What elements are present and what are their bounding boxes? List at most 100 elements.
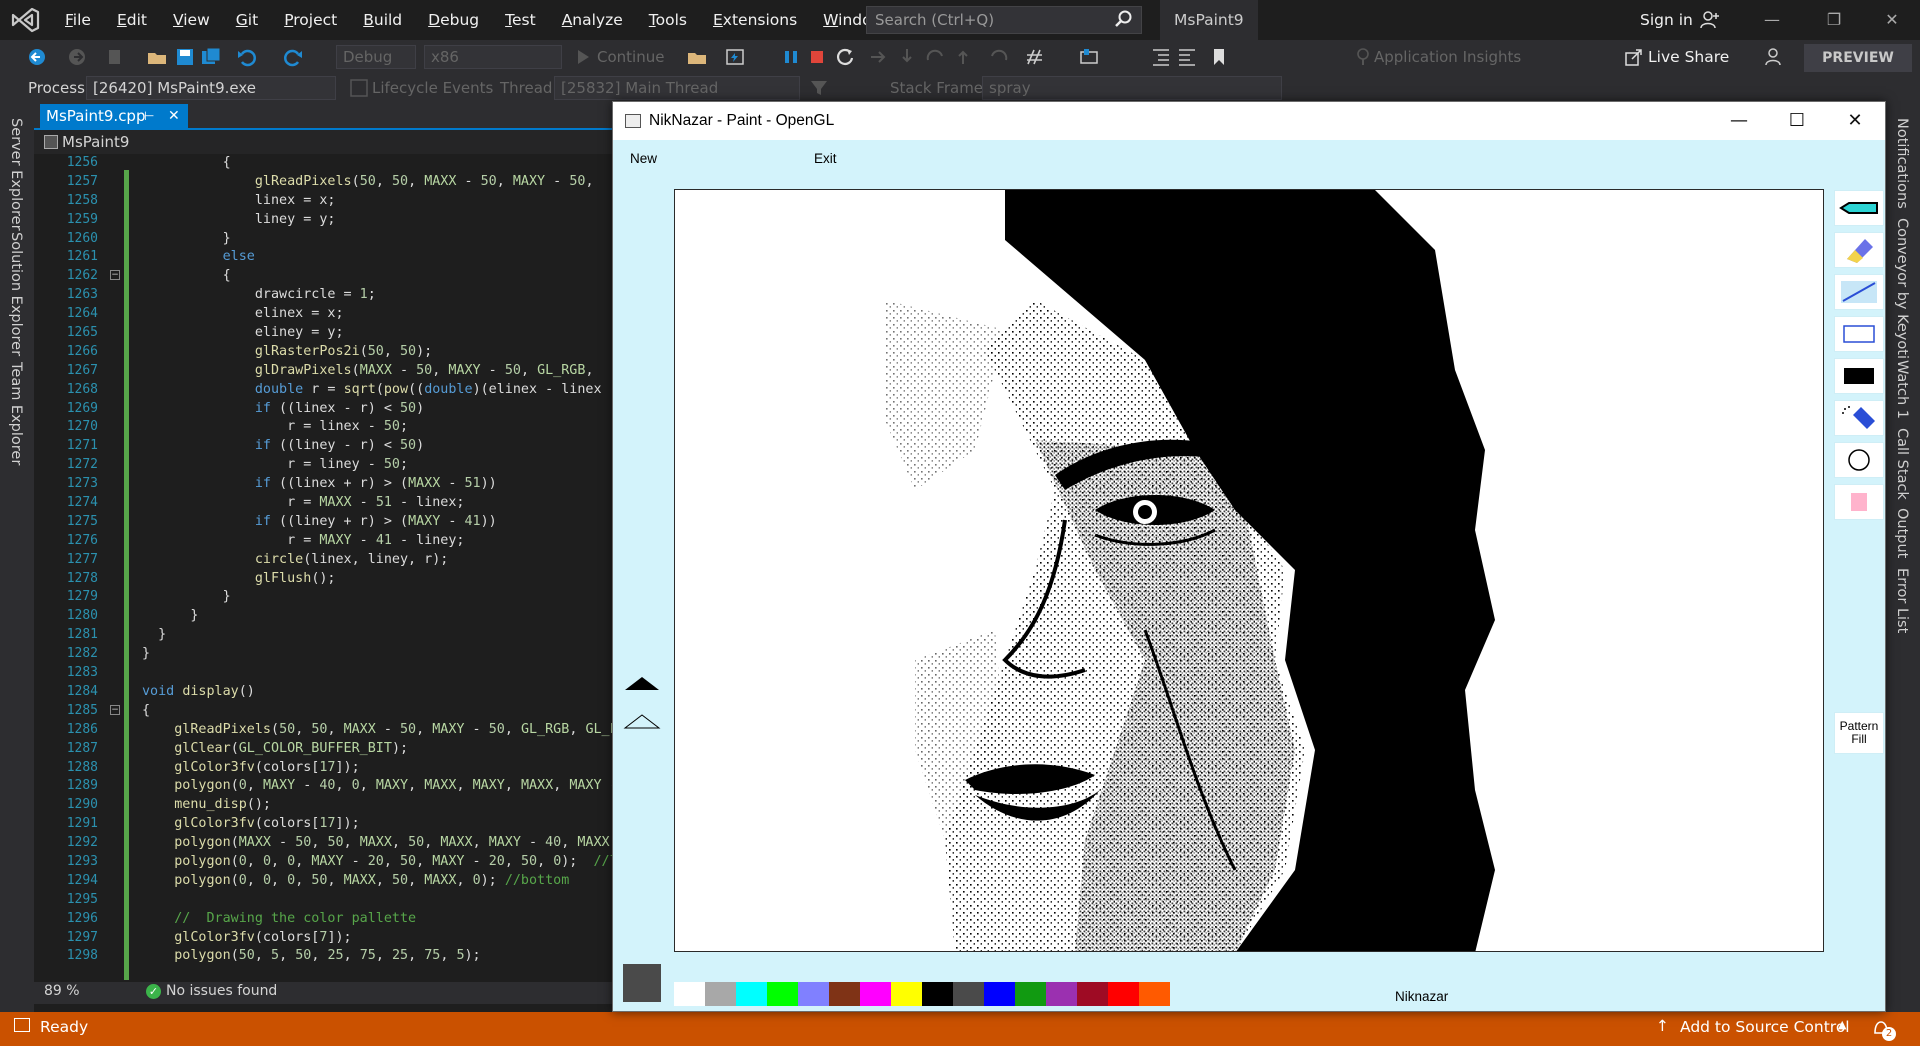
- color-swatch[interactable]: [891, 982, 922, 1006]
- paint-close-icon[interactable]: ✕: [1835, 108, 1875, 134]
- redo-icon[interactable]: [282, 46, 304, 68]
- menu-analyze[interactable]: Analyze: [549, 0, 636, 40]
- color-swatch[interactable]: [860, 982, 891, 1006]
- minimize-icon[interactable]: —: [1758, 8, 1786, 32]
- lifecycle-events-button[interactable]: Lifecycle Events: [372, 76, 493, 100]
- paint-minimize-icon[interactable]: —: [1719, 108, 1759, 134]
- add-user-icon[interactable]: [1700, 10, 1720, 30]
- menu-git[interactable]: Git: [223, 0, 271, 40]
- fill-color-tool[interactable]: [1834, 484, 1884, 520]
- notifications-tab[interactable]: Notifications: [1894, 118, 1910, 209]
- error-list-tab[interactable]: Error List: [1894, 568, 1910, 633]
- indent-icon[interactable]: [1150, 46, 1172, 68]
- step-backward-icon[interactable]: [988, 46, 1010, 68]
- collapse-icon[interactable]: −: [110, 270, 120, 280]
- menu-view[interactable]: View: [160, 0, 223, 40]
- feedback-person-icon[interactable]: [1764, 46, 1786, 68]
- break-all-pause-icon[interactable]: [780, 46, 802, 68]
- brush-tool[interactable]: [1834, 190, 1884, 226]
- continue-button[interactable]: Continue: [597, 45, 664, 69]
- close-tab-icon[interactable]: ✕: [168, 104, 180, 128]
- line-tool[interactable]: [1834, 274, 1884, 310]
- toggle-breakpoint-icon[interactable]: [1078, 46, 1100, 68]
- paint-new-button[interactable]: New: [630, 150, 657, 168]
- step-over-icon[interactable]: [924, 46, 946, 68]
- server-explorer-tab[interactable]: Server Explorer: [8, 118, 24, 231]
- color-swatch[interactable]: [1046, 982, 1077, 1006]
- watch-tab[interactable]: Watch 1: [1894, 360, 1910, 419]
- add-to-source-control-button[interactable]: Add to Source Control: [1680, 1018, 1850, 1036]
- color-swatch[interactable]: [767, 982, 798, 1006]
- tab-mspaint9-cpp[interactable]: MsPaint9.cpp ⊢ ✕: [40, 104, 188, 128]
- search-icon[interactable]: [1113, 9, 1133, 29]
- rectangle-tool[interactable]: [1834, 316, 1884, 352]
- bookmark-icon[interactable]: [1208, 46, 1230, 68]
- save-all-icon[interactable]: [200, 46, 222, 68]
- restore-icon[interactable]: ❐: [1820, 8, 1848, 32]
- color-swatch[interactable]: [674, 982, 705, 1006]
- navigate-back-icon[interactable]: [26, 46, 48, 68]
- lifecycle-events-icon[interactable]: [348, 77, 370, 99]
- color-swatch[interactable]: [705, 982, 736, 1006]
- eraser-tool[interactable]: [1834, 232, 1884, 268]
- spray-tool[interactable]: [1834, 400, 1884, 436]
- save-icon[interactable]: [174, 46, 196, 68]
- solution-configuration-select[interactable]: Debug: [336, 45, 416, 69]
- solution-platform-select[interactable]: x86: [424, 45, 562, 69]
- color-swatch[interactable]: [798, 982, 829, 1006]
- color-swatch[interactable]: [1015, 982, 1046, 1006]
- continue-play-icon[interactable]: [572, 46, 594, 68]
- circle-tool[interactable]: [1834, 442, 1884, 478]
- filled-rectangle-tool[interactable]: [1834, 358, 1884, 394]
- project-scope-dropdown[interactable]: MsPaint9: [44, 131, 129, 153]
- application-insights-button[interactable]: Application Insights: [1374, 45, 1521, 69]
- outdent-icon[interactable]: [1176, 46, 1198, 68]
- menu-build[interactable]: Build: [350, 0, 415, 40]
- menu-project[interactable]: Project: [271, 0, 350, 40]
- solution-explorer-tab[interactable]: Solution Explorer: [8, 232, 24, 356]
- scroll-up-outline-icon[interactable]: [623, 712, 661, 730]
- paint-maximize-icon[interactable]: ☐: [1777, 108, 1817, 134]
- paint-exit-button[interactable]: Exit: [814, 150, 837, 168]
- application-insights-icon[interactable]: [1352, 46, 1374, 68]
- close-icon[interactable]: ✕: [1878, 8, 1906, 32]
- hot-reload-icon[interactable]: [724, 46, 746, 68]
- color-swatch[interactable]: [984, 982, 1015, 1006]
- collapse-icon[interactable]: −: [110, 705, 120, 715]
- zoom-level[interactable]: 89 %: [44, 983, 80, 999]
- preview-button[interactable]: PREVIEW: [1804, 44, 1912, 72]
- menu-extensions[interactable]: Extensions: [700, 0, 810, 40]
- live-share-button[interactable]: Live Share: [1625, 45, 1729, 69]
- menu-tools[interactable]: Tools: [636, 0, 700, 40]
- issues-status[interactable]: No issues found: [166, 983, 277, 999]
- thread-select[interactable]: [25832] Main Thread: [554, 76, 800, 100]
- color-swatch[interactable]: [829, 982, 860, 1006]
- menu-debug[interactable]: Debug: [415, 0, 492, 40]
- pin-icon[interactable]: ⊢: [144, 104, 154, 128]
- menu-test[interactable]: Test: [492, 0, 549, 40]
- new-project-icon[interactable]: [104, 46, 126, 68]
- color-swatch[interactable]: [922, 982, 953, 1006]
- pattern-fill-button[interactable]: Pattern Fill: [1834, 712, 1884, 754]
- sign-in-link[interactable]: Sign in: [1640, 0, 1693, 40]
- color-swatch[interactable]: [736, 982, 767, 1006]
- color-swatch[interactable]: [1077, 982, 1108, 1006]
- team-explorer-tab[interactable]: Team Explorer: [8, 362, 24, 465]
- code-editor[interactable]: 1256 1257 1258 1259 1260 1261 1262 1263 1264 1265…: [34, 154, 614, 982]
- menu-edit[interactable]: Edit: [104, 0, 160, 40]
- menu-file[interactable]: File: [52, 0, 104, 40]
- restart-icon[interactable]: [834, 46, 856, 68]
- conveyor-tab[interactable]: Conveyor by Keyoti: [1894, 218, 1910, 359]
- drawing-canvas[interactable]: [674, 189, 1824, 952]
- open-folder-icon[interactable]: [146, 46, 168, 68]
- color-swatch[interactable]: [1139, 982, 1170, 1006]
- search-input[interactable]: Search (Ctrl+Q): [866, 6, 1142, 34]
- dropdown-arrow-icon[interactable]: ▲: [1838, 1018, 1846, 1031]
- show-next-statement-icon[interactable]: [868, 46, 890, 68]
- stack-frame-select[interactable]: spray: [982, 76, 1282, 100]
- call-stack-tab[interactable]: Call Stack: [1894, 428, 1910, 500]
- diagnostic-folder-icon[interactable]: [686, 46, 708, 68]
- output-tab[interactable]: Output: [1894, 508, 1910, 558]
- color-swatch[interactable]: [1108, 982, 1139, 1006]
- navigate-forward-icon[interactable]: [66, 46, 88, 68]
